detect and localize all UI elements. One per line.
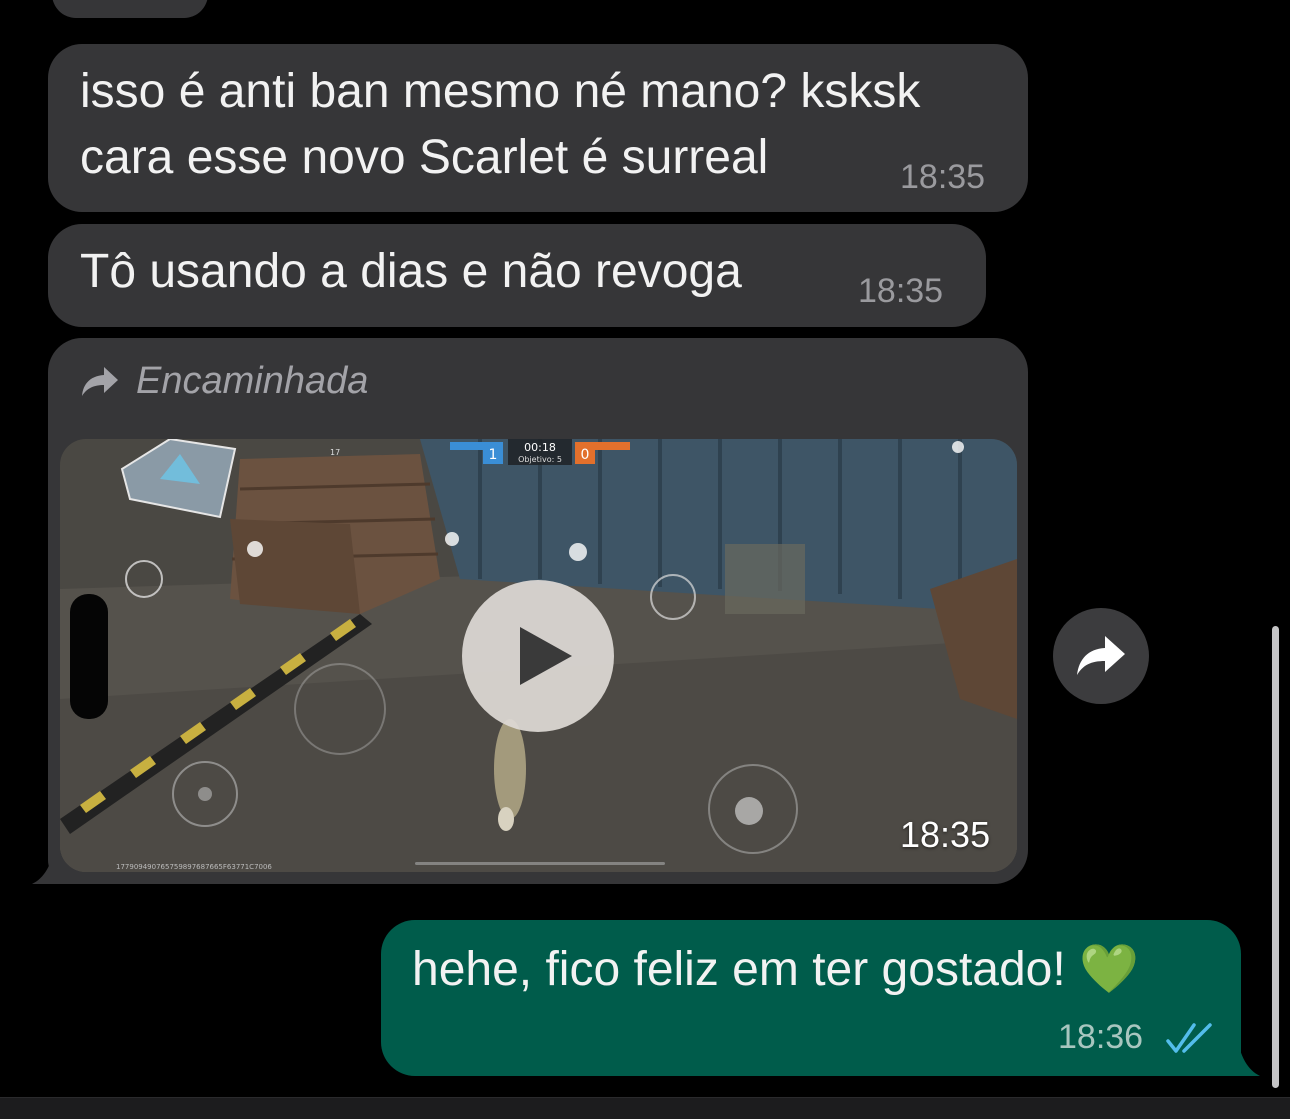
hud-wifi-level: 17 xyxy=(330,448,340,457)
hud-orange-score: 0 xyxy=(581,447,590,463)
share-forward-icon xyxy=(1077,636,1125,675)
hud-player-id: 177909490765759897687665F63771C7006 xyxy=(116,863,272,871)
hud-objective: Objetivo: 5 xyxy=(518,455,562,464)
forward-arrow-icon xyxy=(82,366,118,396)
play-icon xyxy=(520,627,572,685)
message-timestamp: 18:35 xyxy=(858,272,944,310)
message-text: hehe, fico feliz em ter gostado! 💚 xyxy=(412,938,1139,1002)
play-button[interactable] xyxy=(462,580,614,732)
forwarded-text: Encaminhada xyxy=(136,360,369,402)
share-forward-button[interactable] xyxy=(1053,608,1149,704)
message-text-content: hehe, fico feliz em ter gostado! 💚 xyxy=(412,943,1139,996)
message-timestamp: 18:36 xyxy=(1058,1018,1144,1056)
scrollbar[interactable] xyxy=(1272,626,1279,1088)
message-timestamp: 18:35 xyxy=(900,158,986,196)
message-text-line: Tô usando a dias e não revoga xyxy=(80,245,742,298)
double-check-icon xyxy=(1166,1023,1212,1053)
message-text-line: cara esse novo Scarlet é surreal xyxy=(80,131,769,184)
bubble-tail xyxy=(1210,1032,1260,1076)
hud-blue-score: 1 xyxy=(489,447,498,463)
hud-timer: 00:18 xyxy=(524,441,556,454)
video-timestamp: 18:35 xyxy=(900,814,991,855)
message-text-line: isso é anti ban mesmo né mano? ksksk xyxy=(80,65,921,118)
previous-message-bubble[interactable] xyxy=(52,0,208,18)
bottom-input-bar xyxy=(0,1097,1290,1119)
forwarded-label: Encaminhada xyxy=(80,360,368,403)
